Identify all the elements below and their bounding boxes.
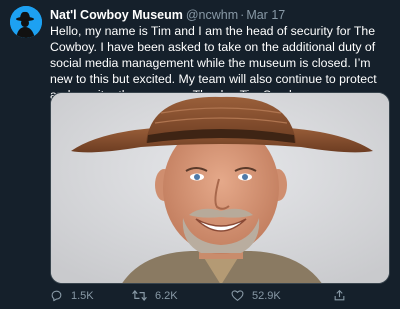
tweet-header: Nat'l Cowboy Museum @ncwhm · Mar 17 (50, 7, 390, 23)
heart-icon (231, 290, 244, 301)
tweet-date[interactable]: Mar 17 (246, 8, 285, 22)
tweet-text: Hello, my name is Tim and I am the head … (50, 24, 377, 102)
smiling-man-in-cowboy-hat-photo (51, 93, 389, 283)
avatar[interactable] (10, 6, 42, 38)
cowboy-silhouette-avatar-icon (10, 6, 42, 38)
tweet-actions: 1.5K 6.2K 52.9K (50, 289, 390, 305)
retweet-button[interactable]: 6.2K (132, 289, 178, 302)
reply-icon (51, 290, 62, 302)
reply-button[interactable]: 1.5K (50, 289, 94, 302)
retweet-icon (132, 289, 147, 302)
tweet: Nat'l Cowboy Museum @ncwhm · Mar 17 Hello, … (0, 0, 400, 309)
reply-count: 1.5K (71, 289, 94, 302)
share-icon (334, 289, 345, 301)
like-count: 52.9K (252, 289, 281, 302)
author-handle[interactable]: @ncwhm (186, 8, 238, 22)
author-display-name[interactable]: Nat'l Cowboy Museum (50, 8, 183, 22)
tweet-photo[interactable] (50, 92, 390, 284)
retweet-count: 6.2K (155, 289, 178, 302)
share-button[interactable] (333, 289, 354, 302)
separator-dot: · (240, 8, 245, 22)
like-button[interactable]: 52.9K (231, 289, 281, 302)
